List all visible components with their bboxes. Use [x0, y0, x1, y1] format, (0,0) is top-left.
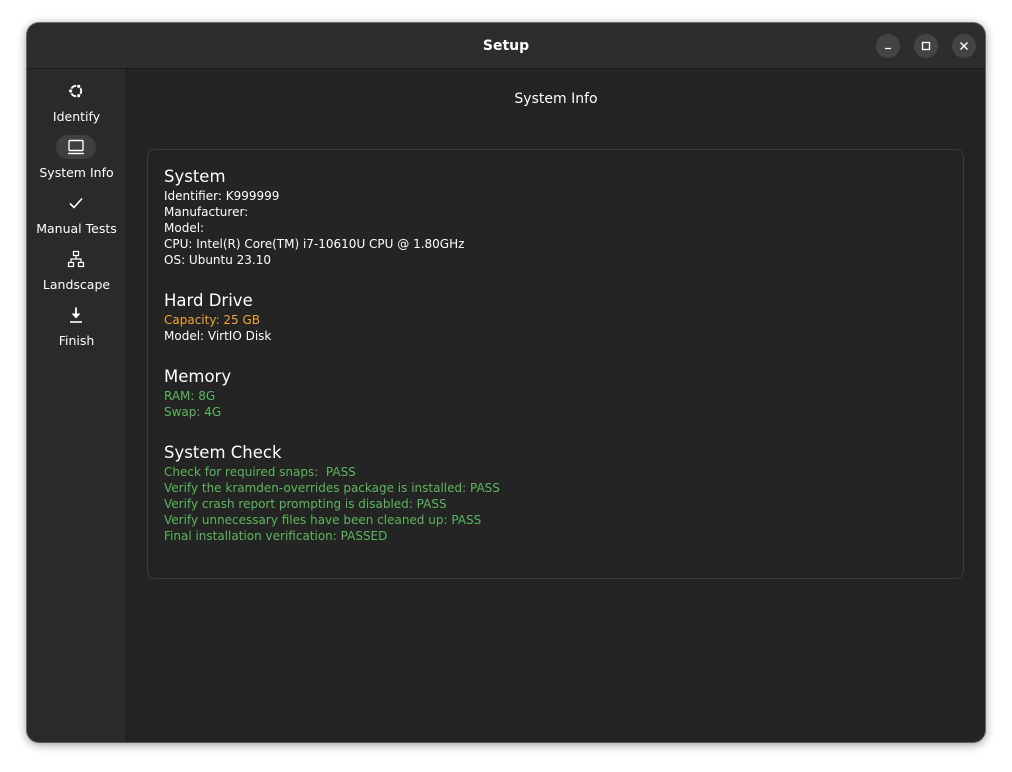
sidebar-item-label: System Info [39, 165, 114, 180]
nav-icon-wrap [56, 79, 96, 103]
system-info-card: System Identifier: K999999 Manufacturer:… [147, 149, 964, 579]
maximize-button[interactable] [914, 34, 938, 58]
check-result: Verify the kramden-overrides package is … [164, 481, 500, 495]
check-result: Final installation verification: PASSED [164, 529, 388, 543]
window-title: Setup [482, 38, 530, 54]
maximize-icon [921, 41, 931, 51]
sidebar: Identify System Info Manual Tests Landsc… [27, 69, 127, 742]
sidebar-item-manual-tests[interactable]: Manual Tests [27, 189, 126, 241]
check-result: Check for required snaps: PASS [164, 465, 356, 479]
sidebar-item-label: Identify [52, 109, 101, 124]
manufacturer-text: Manufacturer: [164, 205, 249, 219]
page-title: System Info [514, 91, 598, 107]
section-heading: System [164, 167, 226, 186]
check-result: Verify unnecessary files have been clean… [164, 513, 482, 527]
checkmark-icon [69, 197, 83, 209]
close-button[interactable] [952, 34, 976, 58]
system-section: System Identifier: K999999 Manufacturer:… [164, 166, 464, 268]
nav-icon-wrap [56, 135, 96, 159]
model-text: Model: [164, 221, 205, 235]
sidebar-item-system-info[interactable]: System Info [27, 133, 126, 185]
os-text: OS: Ubuntu 23.10 [164, 253, 272, 267]
nav-icon-wrap [56, 303, 96, 327]
ram-text: RAM: 8G [164, 389, 216, 403]
cpu-text: CPU: Intel(R) Core(TM) i7-10610U CPU @ 1… [164, 237, 465, 251]
section-heading: System Check [164, 443, 282, 462]
identifier-text: Identifier: K999999 [164, 189, 280, 203]
setup-window: Setup Identify System Info Manual Tests … [27, 23, 985, 742]
swap-text: Swap: 4G [164, 405, 222, 419]
network-tree-icon [67, 250, 85, 268]
ubuntu-logo-icon [68, 83, 83, 99]
minimize-icon [885, 47, 891, 50]
check-result: Verify crash report prompting is disable… [164, 497, 447, 511]
section-heading: Hard Drive [164, 291, 253, 310]
nav-icon-wrap [56, 247, 96, 271]
sidebar-item-finish[interactable]: Finish [27, 301, 126, 353]
sidebar-item-identify[interactable]: Identify [27, 77, 126, 129]
sidebar-item-label: Finish [58, 333, 95, 348]
section-heading: Memory [164, 367, 232, 386]
title-bar: Setup [27, 23, 985, 69]
disk-model-text: Model: VirtIO Disk [164, 329, 272, 343]
minimize-button[interactable] [876, 34, 900, 58]
nav-icon-wrap [56, 191, 96, 215]
capacity-text: Capacity: 25 GB [164, 313, 261, 327]
download-icon [70, 307, 82, 323]
close-icon [960, 42, 968, 50]
sidebar-item-landscape[interactable]: Landscape [27, 245, 126, 297]
system-check-section: System Check Check for required snaps: P… [164, 442, 500, 544]
main-content: System Info System Identifier: K999999 M… [127, 69, 985, 742]
hard-drive-section: Hard Drive Capacity: 25 GB Model: VirtIO… [164, 290, 271, 344]
sidebar-item-label: Manual Tests [36, 221, 117, 236]
memory-section: Memory RAM: 8G Swap: 4G [164, 366, 231, 420]
computer-icon [68, 139, 84, 155]
sidebar-item-label: Landscape [42, 277, 111, 292]
